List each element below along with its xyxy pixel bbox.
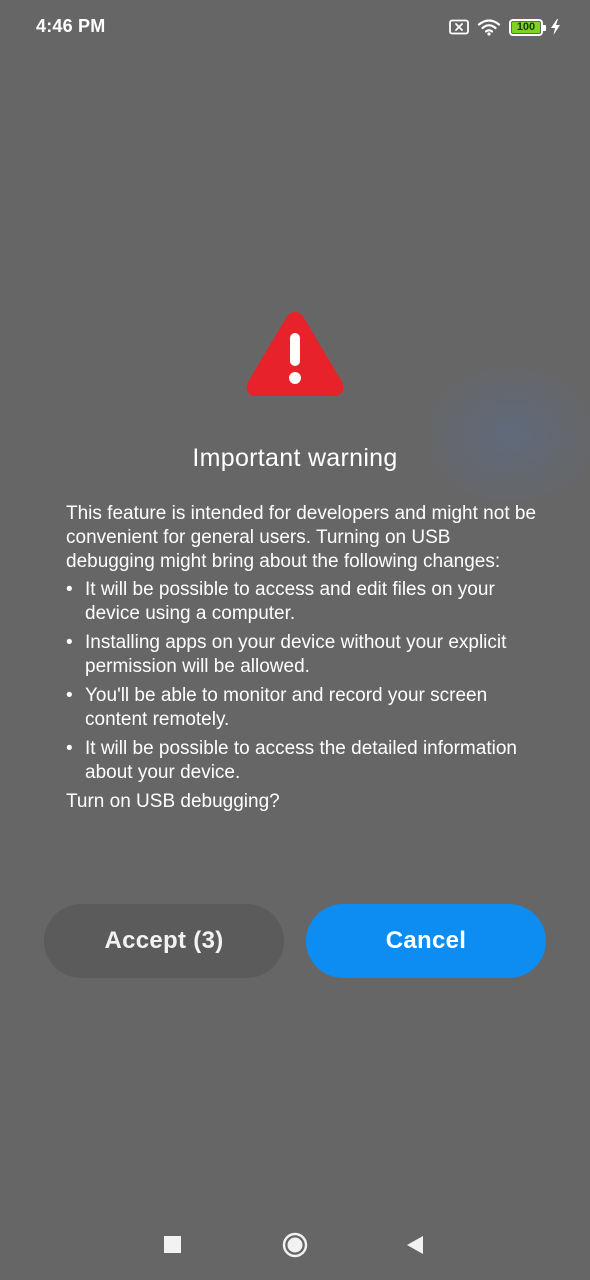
charging-bolt-icon [551,19,560,35]
status-icons: 100 [449,16,560,38]
list-item-text: It will be possible to access the detail… [85,738,517,783]
bullet-dot: • [66,738,73,759]
warning-triangle-icon [244,308,346,398]
list-item: • You'll be able to monitor and record y… [66,684,536,732]
confirm-question: Turn on USB debugging? [66,791,280,812]
bullet-dot: • [66,579,73,600]
status-bar: 4:46 PM 100 [0,0,590,56]
accept-button[interactable]: Accept (3) [44,904,284,978]
list-item-text: You'll be able to monitor and record you… [85,685,488,730]
wifi-icon [477,18,501,36]
back-triangle-icon[interactable] [404,1234,426,1256]
dialog-message: This feature is intended for developers … [66,502,536,814]
dialog-title: Important warning [192,444,398,472]
recents-square-icon[interactable] [164,1236,181,1253]
list-item: • It will be possible to access and edit… [66,578,536,626]
navigation-bar [0,1220,590,1270]
dialog-intro: This feature is intended for developers … [66,503,537,572]
list-item: • It will be possible to access the deta… [66,737,536,785]
list-item: • Installing apps on your device without… [66,631,536,679]
battery-icon: 100 [509,18,546,36]
bullet-dot: • [66,685,73,706]
background-glow [420,360,590,510]
list-item-text: It will be possible to access and edit f… [85,579,495,624]
battery-level-text: 100 [516,20,536,33]
cancel-button-label: Cancel [385,927,467,954]
changes-list: • It will be possible to access and edit… [66,578,536,785]
battery-nub [543,24,546,31]
list-item-text: Installing apps on your device without y… [85,632,507,677]
sim-card-x-icon [449,19,469,35]
status-time: 4:46 PM [36,16,106,36]
accept-button-label: Accept (3) [104,927,224,954]
home-circle-icon[interactable] [282,1232,308,1258]
cancel-button[interactable]: Cancel [306,904,546,978]
bullet-dot: • [66,632,73,653]
